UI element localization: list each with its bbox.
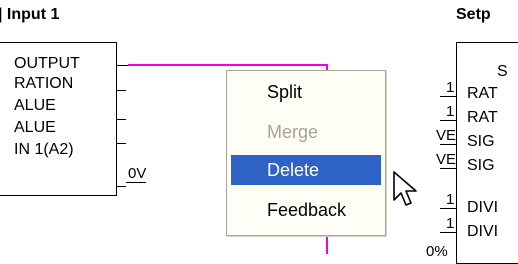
input-connector[interactable] [440, 144, 456, 145]
input-value-label: VE [436, 151, 457, 168]
left-block-title: | Input 1 [0, 6, 60, 23]
right-port-label: RAT [467, 85, 498, 102]
selected-wire[interactable] [128, 64, 326, 66]
left-port-label: RATION [14, 75, 74, 92]
right-port-label: DIVI [467, 223, 499, 240]
input-value-label: 1 [446, 79, 455, 96]
right-port-label: SIG [467, 157, 495, 174]
output-connector[interactable] [116, 119, 126, 120]
left-port-label: IN 1(A2) [14, 141, 74, 158]
right-port-label: DIVI [467, 199, 499, 216]
menu-item-delete[interactable]: Delete [231, 155, 381, 185]
output-connector[interactable] [116, 90, 126, 91]
left-port-label: ALUE [14, 119, 56, 136]
output-value-label: 0V [128, 165, 147, 182]
input-connector[interactable] [440, 232, 456, 233]
output-connector[interactable] [116, 65, 128, 66]
input-connector[interactable] [440, 96, 456, 97]
input-connector[interactable] [440, 208, 456, 209]
left-port-label: ALUE [14, 97, 56, 114]
right-port-label: RAT [467, 109, 498, 126]
input-value-label: 0% [426, 243, 448, 260]
left-port-label: OUTPUT [14, 55, 80, 72]
input-connector[interactable] [440, 168, 456, 169]
right-function-block[interactable]: S RAT RAT SIG SIG DIVI DIVI [456, 42, 518, 264]
menu-item-feedback[interactable]: Feedback [231, 195, 381, 225]
input-value-label: VE [436, 127, 457, 144]
right-port-label: SIG [467, 133, 495, 150]
output-connector[interactable] [116, 186, 126, 187]
menu-item-split[interactable]: Split [231, 77, 381, 107]
menu-item-merge: Merge [267, 122, 319, 142]
selected-wire-segment[interactable] [326, 236, 328, 254]
input-value-label: 1 [446, 191, 455, 208]
right-block-partial-label: S [497, 63, 508, 80]
value-underline [126, 182, 146, 183]
arrow-cursor-icon [393, 171, 417, 206]
context-menu: Split Merge Delete Feedback [226, 70, 386, 236]
input-value-label: 1 [446, 215, 455, 232]
left-function-block[interactable]: OUTPUT RATION ALUE ALUE IN 1(A2) [0, 42, 117, 196]
output-connector[interactable] [116, 143, 126, 144]
right-block-title: Setp [456, 6, 491, 23]
input-connector[interactable] [440, 120, 456, 121]
input-value-label: 1 [446, 103, 455, 120]
